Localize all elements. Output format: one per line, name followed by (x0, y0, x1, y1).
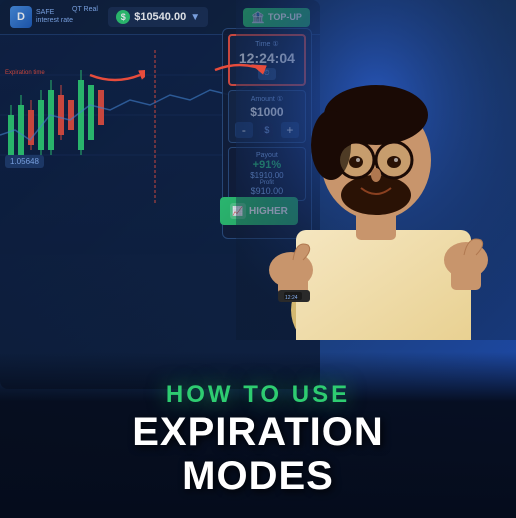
logo-area: D SAFE interest rate (10, 6, 73, 28)
balance-value: $10540.00 (134, 11, 186, 23)
red-arrow-right (210, 55, 270, 90)
main-container: D SAFE interest rate QT Real $ $10540.00… (0, 0, 516, 518)
price-label: 1.05648 (5, 155, 44, 168)
red-arrow-left (85, 55, 145, 90)
svg-text:12:24: 12:24 (285, 295, 298, 301)
man-illustration: 12:24 (236, 0, 516, 340)
modes-text: MODES (182, 454, 334, 498)
qt-real-label: QT Real (72, 6, 98, 13)
bottom-text-area: HOW TO USE EXPIRATION MODES (0, 352, 516, 518)
balance-dropdown-arrow[interactable]: ▼ (190, 12, 200, 23)
expiration-time-label: Expiration time (5, 70, 45, 76)
balance-area: $ $10540.00 ▼ (108, 7, 208, 27)
logo-text: SAFE interest rate (36, 9, 73, 26)
expiration-text: EXPIRATION (132, 410, 384, 454)
man-photo: 12:24 (236, 0, 516, 340)
arrow-svg-right (210, 55, 270, 85)
how-to-use-text: HOW TO USE (166, 381, 350, 410)
arrow-svg-left (85, 60, 145, 90)
logo-icon: D (10, 6, 32, 28)
dollar-icon: $ (116, 10, 130, 24)
